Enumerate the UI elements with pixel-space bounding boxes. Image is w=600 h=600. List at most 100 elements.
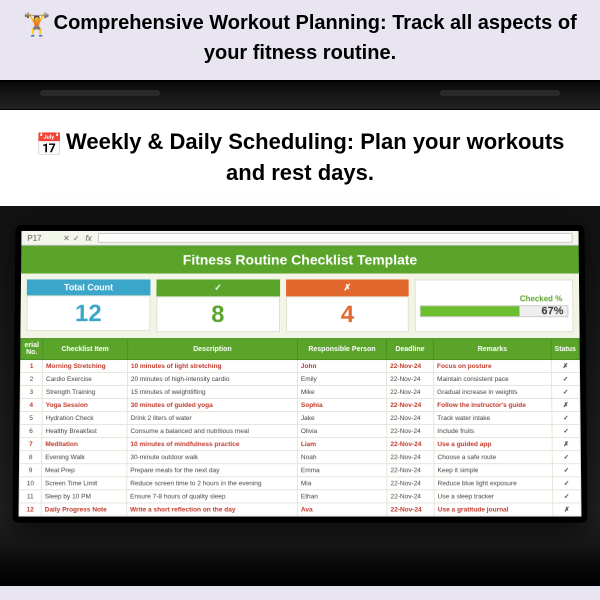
cell-person[interactable]: Ava (297, 503, 387, 516)
cell-deadline[interactable]: 22-Nov-24 (387, 477, 434, 490)
cell-desc[interactable]: 15 minutes of weightlifting (127, 385, 297, 398)
cell-remarks[interactable]: Keep it simple (434, 463, 552, 476)
cell-status[interactable]: ✓ (552, 477, 580, 490)
cell-deadline[interactable]: 22-Nov-24 (387, 437, 434, 450)
table-row[interactable]: 4Yoga Session30 minutes of guided yogaSo… (20, 398, 580, 411)
cell-serial[interactable]: 4 (20, 398, 42, 411)
cell-serial[interactable]: 5 (20, 411, 42, 424)
table-row[interactable]: 3Strength Training15 minutes of weightli… (20, 385, 580, 398)
cell-status[interactable]: ✓ (553, 490, 581, 503)
cell-deadline[interactable]: 22-Nov-24 (387, 463, 434, 476)
cell-remarks[interactable]: Use a sleep tracker (434, 490, 553, 503)
cell-status[interactable]: ✓ (552, 463, 580, 476)
cell-status[interactable]: ✓ (552, 385, 580, 398)
cell-person[interactable]: Mia (297, 477, 387, 490)
formula-input[interactable] (98, 233, 573, 243)
cell-deadline[interactable]: 22-Nov-24 (387, 372, 434, 385)
cell-serial[interactable]: 8 (20, 450, 42, 463)
cell-reference-box[interactable]: P17 (27, 233, 57, 242)
cell-desc[interactable]: 20 minutes of high-intensity cardio (127, 372, 297, 385)
cell-status[interactable]: ✓ (551, 372, 579, 385)
cell-serial[interactable]: 11 (19, 490, 41, 503)
table-row[interactable]: 9Meal PrepPrepare meals for the next day… (19, 463, 580, 476)
cell-serial[interactable]: 3 (20, 385, 42, 398)
cell-remarks[interactable]: Maintain consistent pace (434, 372, 552, 385)
cell-person[interactable]: Sophia (297, 398, 386, 411)
cell-deadline[interactable]: 22-Nov-24 (387, 411, 434, 424)
cell-deadline[interactable]: 22-Nov-24 (387, 385, 434, 398)
cell-status[interactable]: ✓ (552, 411, 580, 424)
cell-deadline[interactable]: 22-Nov-24 (387, 503, 434, 516)
cell-deadline[interactable]: 22-Nov-24 (387, 424, 434, 437)
table-row[interactable]: 10Screen Time LimitReduce screen time to… (19, 477, 580, 490)
cell-item[interactable]: Meditation (42, 437, 127, 450)
cell-person[interactable]: Noah (297, 450, 386, 463)
table-row[interactable]: 1Morning Stretching10 minutes of light s… (21, 359, 580, 372)
cell-item[interactable]: Daily Progress Note (41, 503, 126, 516)
cell-deadline[interactable]: 22-Nov-24 (387, 398, 434, 411)
cell-remarks[interactable]: Gradual increase in weights (434, 385, 552, 398)
cell-remarks[interactable]: Choose a safe route (434, 450, 552, 463)
cell-person[interactable]: Olivia (297, 424, 386, 437)
col-desc[interactable]: Description (127, 338, 297, 359)
cell-item[interactable]: Sleep by 10 PM (41, 490, 126, 503)
cell-remarks[interactable]: Track water intake (434, 411, 552, 424)
cell-serial[interactable]: 7 (20, 437, 42, 450)
cell-desc[interactable]: Prepare meals for the next day (127, 463, 298, 476)
cell-person[interactable]: Jake (297, 411, 386, 424)
table-row[interactable]: 12Daily Progress NoteWrite a short refle… (19, 503, 581, 516)
fx-icon[interactable]: fx (85, 233, 91, 242)
col-item[interactable]: Checklist Item (43, 338, 128, 359)
cell-desc[interactable]: Drink 2 liters of water (127, 411, 297, 424)
col-serial[interactable]: erial No. (21, 338, 43, 359)
cell-item[interactable]: Strength Training (42, 385, 127, 398)
cell-desc[interactable]: 30 minutes of guided yoga (127, 398, 297, 411)
cell-remarks[interactable]: Reduce blue light exposure (434, 477, 553, 490)
cell-serial[interactable]: 9 (19, 463, 41, 476)
cell-status[interactable]: ✗ (551, 359, 579, 372)
cell-remarks[interactable]: Use a guided app (434, 437, 552, 450)
cell-status[interactable]: ✓ (552, 450, 580, 463)
cell-status[interactable]: ✗ (552, 437, 580, 450)
cell-deadline[interactable]: 22-Nov-24 (387, 450, 434, 463)
cell-desc[interactable]: 30-minute outdoor walk (127, 450, 298, 463)
cell-item[interactable]: Hydration Check (42, 411, 127, 424)
col-deadline[interactable]: Deadline (386, 338, 433, 359)
cell-person[interactable]: Mike (297, 385, 386, 398)
cell-person[interactable]: John (297, 359, 386, 372)
cell-item[interactable]: Morning Stretching (43, 359, 128, 372)
cell-desc[interactable]: 10 minutes of light stretching (127, 359, 297, 372)
col-status[interactable]: Status (551, 338, 579, 359)
cell-remarks[interactable]: Use a gratitude journal (434, 503, 553, 516)
cell-person[interactable]: Ethan (297, 490, 387, 503)
cell-remarks[interactable]: Follow the instructor's guide (434, 398, 552, 411)
cell-serial[interactable]: 10 (19, 477, 41, 490)
cell-person[interactable]: Emma (297, 463, 387, 476)
fb-accept-icon[interactable]: ✓ (73, 233, 80, 242)
cell-serial[interactable]: 6 (20, 424, 42, 437)
col-remarks[interactable]: Remarks (433, 338, 551, 359)
cell-serial[interactable]: 2 (20, 372, 42, 385)
cell-desc[interactable]: Consume a balanced and nutritious meal (127, 424, 297, 437)
cell-serial[interactable]: 1 (21, 359, 43, 372)
fb-cancel-icon[interactable]: ✕ (63, 233, 70, 242)
cell-status[interactable]: ✗ (552, 398, 580, 411)
cell-serial[interactable]: 12 (19, 503, 41, 516)
col-person[interactable]: Responsible Person (297, 338, 386, 359)
cell-desc[interactable]: 10 minutes of mindfulness practice (127, 437, 298, 450)
table-row[interactable]: 11Sleep by 10 PMEnsure 7-8 hours of qual… (19, 490, 581, 503)
cell-item[interactable]: Meal Prep (41, 463, 126, 476)
cell-person[interactable]: Emily (297, 372, 386, 385)
table-row[interactable]: 6Healthy BreakfastConsume a balanced and… (20, 424, 580, 437)
cell-desc[interactable]: Reduce screen time to 2 hours in the eve… (127, 477, 298, 490)
table-row[interactable]: 5Hydration CheckDrink 2 liters of waterJ… (20, 411, 580, 424)
cell-item[interactable]: Yoga Session (42, 398, 127, 411)
cell-person[interactable]: Liam (297, 437, 386, 450)
cell-item[interactable]: Cardio Exercise (42, 372, 127, 385)
cell-status[interactable]: ✗ (553, 503, 581, 516)
cell-deadline[interactable]: 22-Nov-24 (387, 359, 434, 372)
cell-item[interactable]: Screen Time Limit (41, 477, 126, 490)
table-row[interactable]: 8Evening Walk30-minute outdoor walkNoah2… (20, 450, 581, 463)
cell-item[interactable]: Healthy Breakfast (42, 424, 127, 437)
table-row[interactable]: 2Cardio Exercise20 minutes of high-inten… (20, 372, 579, 385)
